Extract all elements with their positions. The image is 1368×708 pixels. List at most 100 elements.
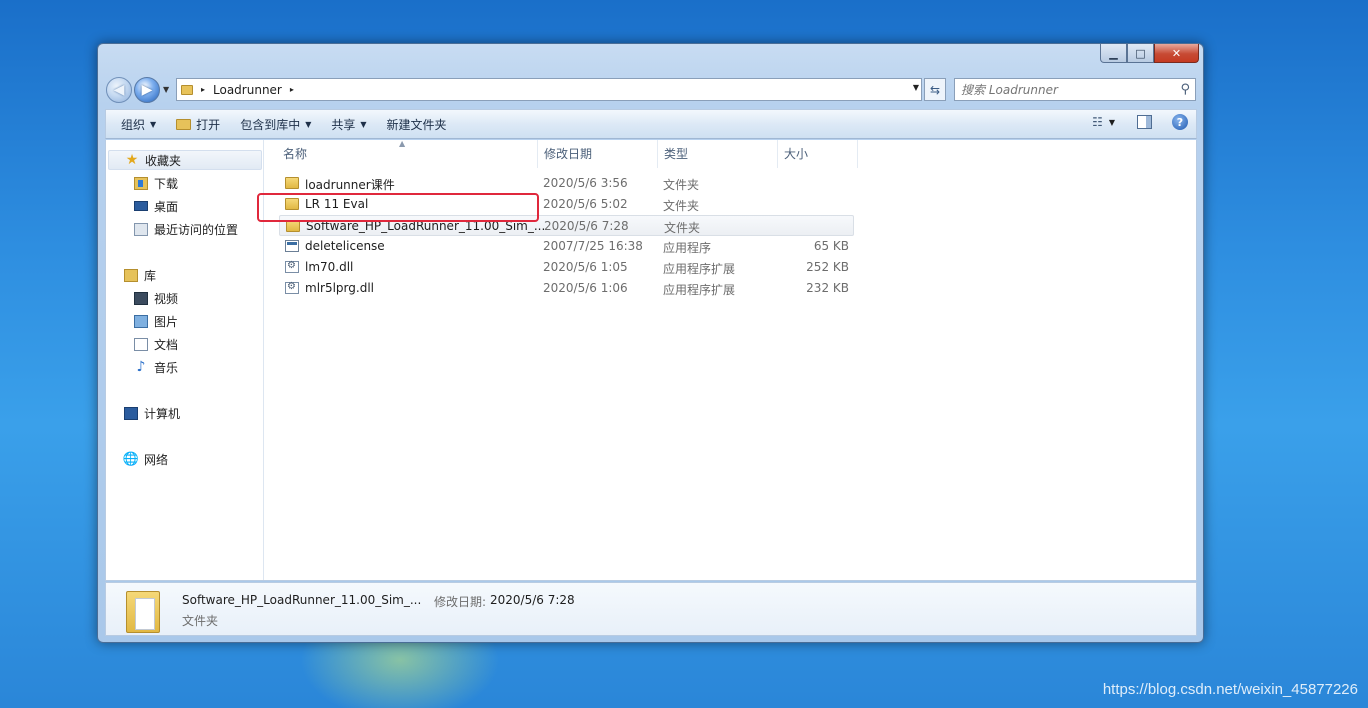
column-header-type[interactable]: 类型 <box>658 140 778 168</box>
open-folder-icon <box>176 118 192 130</box>
file-type: 应用程序扩展 <box>663 283 736 297</box>
file-type: 文件夹 <box>663 178 700 192</box>
file-list: 名称 ▲ 修改日期 类型 大小 loadrunner课件 2020/5/6 3:… <box>265 139 1197 580</box>
new-folder-label: 新建文件夹 <box>386 117 447 132</box>
help-icon[interactable]: ? <box>1172 114 1188 130</box>
close-button[interactable]: ✕ <box>1154 44 1199 63</box>
file-date: 2007/7/25 16:38 <box>543 239 643 253</box>
sidebar-item-documents[interactable]: 文档 <box>134 334 178 354</box>
file-row[interactable]: lm70.dll 2020/5/6 1:05 应用程序扩展 252 KB <box>279 257 854 278</box>
sidebar-item-recent[interactable]: 最近访问的位置 <box>134 219 238 239</box>
navigation-row: ◀ ▶ ▼ ▸ Loadrunner ▸ ▼ ⇆ ⚲ <box>106 76 1196 104</box>
sidebar-item-computer[interactable]: 计算机 <box>124 403 180 423</box>
details-file-type: 文件夹 <box>182 614 219 628</box>
sidebar-item-pictures[interactable]: 图片 <box>134 311 178 331</box>
column-header-label: 类型 <box>664 147 689 161</box>
refresh-icon: ⇆ <box>929 82 941 97</box>
preview-pane-icon[interactable] <box>1137 115 1152 129</box>
picture-icon <box>134 314 148 328</box>
file-row[interactable]: loadrunner课件 2020/5/6 3:56 文件夹 <box>279 173 854 194</box>
watermark-text: https://blog.csdn.net/weixin_45877226 <box>1102 681 1358 698</box>
sidebar-item-favorites[interactable]: ★ 收藏夹 <box>108 150 262 170</box>
share-button[interactable]: 共享 ▼ <box>323 112 374 136</box>
file-rows: loadrunner课件 2020/5/6 3:56 文件夹 LR 11 Eva… <box>279 173 854 299</box>
computer-icon <box>124 406 138 420</box>
search-box[interactable]: ⚲ <box>954 78 1196 101</box>
desktop-icon <box>134 201 148 211</box>
minimize-button[interactable]: ▁ <box>1100 44 1127 63</box>
sidebar-item-label: 库 <box>144 268 157 283</box>
sidebar-item-label: 文档 <box>154 337 179 352</box>
column-header-name[interactable]: 名称 ▲ <box>265 139 538 168</box>
details-file-name: Software_HP_LoadRunner_11.00_Sim_... <box>182 593 422 607</box>
address-dropdown-icon[interactable]: ▼ <box>913 83 919 92</box>
file-name: Software_HP_LoadRunner_11.00_Sim_... <box>306 219 546 233</box>
new-folder-button[interactable]: 新建文件夹 <box>379 112 455 136</box>
star-icon: ★ <box>125 152 139 168</box>
file-row[interactable]: deletelicense 2007/7/25 16:38 应用程序 65 KB <box>279 236 854 257</box>
file-name: loadrunner课件 <box>305 178 395 192</box>
sidebar-item-label: 视频 <box>154 291 179 306</box>
views-icon[interactable]: ☷ <box>1092 115 1103 129</box>
file-date: 2020/5/6 1:06 <box>543 281 628 295</box>
breadcrumb-separator[interactable]: ▸ <box>290 85 294 94</box>
sidebar-item-videos[interactable]: 视频 <box>134 288 178 308</box>
file-row[interactable]: LR 11 Eval 2020/5/6 5:02 文件夹 <box>279 194 854 215</box>
sidebar-item-label: 最近访问的位置 <box>154 222 239 237</box>
file-name: LR 11 Eval <box>305 197 369 211</box>
search-icon[interactable]: ⚲ <box>1180 82 1190 97</box>
file-row[interactable]: mlr5lprg.dll 2020/5/6 1:06 应用程序扩展 232 KB <box>279 278 854 299</box>
refresh-button[interactable]: ⇆ <box>924 78 946 101</box>
file-date: 2020/5/6 5:02 <box>543 197 628 211</box>
folder-icon <box>285 177 299 189</box>
sidebar-item-desktop[interactable]: 桌面 <box>134 196 178 216</box>
downloads-folder-icon <box>134 176 148 190</box>
caption-buttons: ▁ □ ✕ <box>1100 44 1199 63</box>
sidebar-item-label: 桌面 <box>154 199 179 214</box>
sidebar-item-music[interactable]: ♪ 音乐 <box>134 357 178 377</box>
dll-file-icon <box>285 260 299 273</box>
dll-file-icon <box>285 281 299 294</box>
sidebar-item-network[interactable]: 🌐 网络 <box>122 449 168 469</box>
address-bar[interactable]: ▸ Loadrunner ▸ ▼ <box>176 78 922 101</box>
search-input[interactable] <box>961 79 1171 100</box>
recent-places-icon <box>134 222 148 236</box>
document-icon <box>134 337 148 351</box>
organize-label: 组织 <box>121 117 146 132</box>
sidebar-item-label: 收藏夹 <box>145 153 182 168</box>
chevron-down-icon: ▼ <box>360 119 367 129</box>
chevron-down-icon[interactable]: ▼ <box>1109 118 1115 127</box>
application-icon <box>285 240 299 252</box>
back-button[interactable]: ◀ <box>106 77 132 103</box>
file-type: 文件夹 <box>663 199 700 213</box>
file-row-selected[interactable]: Software_HP_LoadRunner_11.00_Sim_... 202… <box>279 215 854 236</box>
sidebar-item-downloads[interactable]: 下载 <box>134 173 178 193</box>
explorer-window: ▁ □ ✕ ◀ ▶ ▼ ▸ Loadrunner ▸ ▼ ⇆ ⚲ 组织 ▼ 打开 <box>97 43 1204 643</box>
sidebar-item-label: 计算机 <box>144 406 181 421</box>
network-icon: 🌐 <box>122 451 140 467</box>
folder-icon <box>181 84 193 95</box>
file-type: 文件夹 <box>664 221 701 235</box>
video-icon <box>134 291 148 305</box>
breadcrumb-separator[interactable]: ▸ <box>201 85 205 94</box>
breadcrumb-loadrunner[interactable]: Loadrunner <box>213 83 282 97</box>
toolbar-right: ☷ ▼ ? <box>1092 114 1188 130</box>
open-button[interactable]: 打开 <box>168 112 228 136</box>
organize-button[interactable]: 组织 ▼ <box>113 112 164 136</box>
sort-arrow-icon: ▲ <box>399 139 406 148</box>
content-area: ★ 收藏夹 下载 桌面 最近访问的位置 库 视频 图片 文档 ♪ 音乐 计算机 … <box>105 139 1197 581</box>
recent-pages-dropdown-icon[interactable]: ▼ <box>163 85 169 94</box>
include-in-library-button[interactable]: 包含到库中 ▼ <box>232 112 319 136</box>
file-size: 232 KB <box>806 281 849 295</box>
chevron-down-icon: ▼ <box>150 119 157 129</box>
column-header-label: 大小 <box>784 147 809 161</box>
sidebar-item-libraries[interactable]: 库 <box>124 265 156 285</box>
file-date: 2020/5/6 1:05 <box>543 260 628 274</box>
forward-button[interactable]: ▶ <box>134 77 160 103</box>
column-header-label: 名称 <box>283 147 308 161</box>
column-header-size[interactable]: 大小 <box>778 140 858 168</box>
column-header-date[interactable]: 修改日期 <box>538 140 658 168</box>
maximize-button[interactable]: □ <box>1127 44 1154 63</box>
details-date: 2020/5/6 7:28 <box>490 593 575 607</box>
file-type: 应用程序扩展 <box>663 262 736 276</box>
